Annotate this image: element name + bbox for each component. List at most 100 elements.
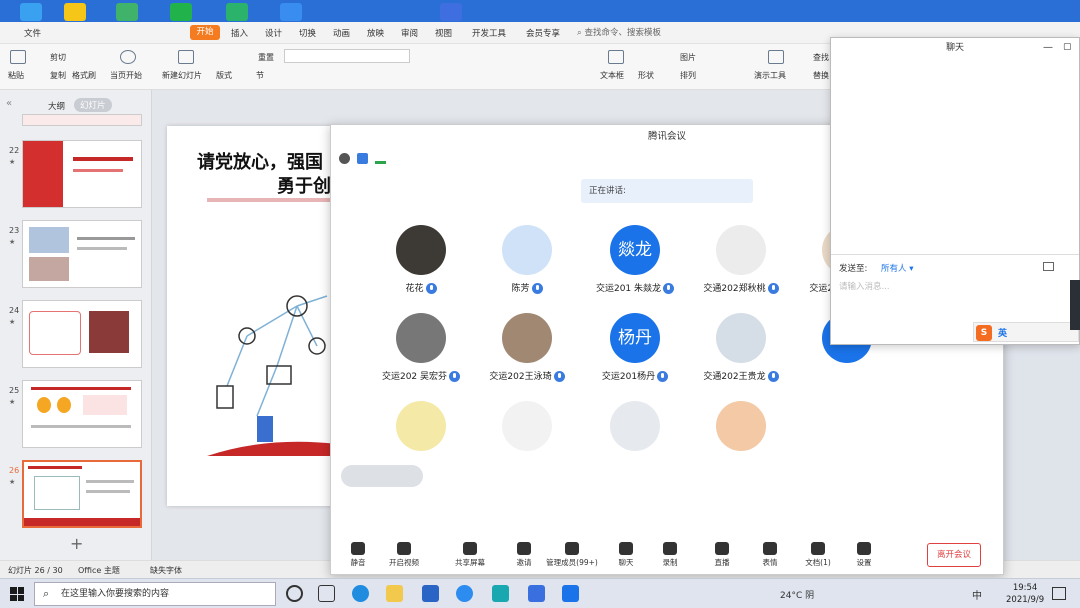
app-icon[interactable] [20,3,42,21]
wps-sheet-icon[interactable] [226,3,248,21]
sogou-icon[interactable]: S [976,325,992,341]
leave-meeting-button[interactable]: 离开会议 [927,543,981,567]
tab-slides[interactable]: 幻灯片 [74,98,112,112]
browser-icon[interactable] [456,585,473,602]
section-label[interactable]: 节 [256,70,264,81]
participant-tile[interactable]: 交通202郑秋桃 [686,225,796,305]
command-search[interactable]: ⌕ 查找命令、搜索模板 [577,26,661,38]
edge-icon[interactable] [352,585,369,602]
task-view-icon[interactable] [318,585,335,602]
textbox-icon[interactable] [608,50,624,64]
presentation-tools-label[interactable]: 演示工具 [754,70,786,81]
slide-thumb-24[interactable] [22,300,142,368]
paste-label[interactable]: 粘贴 [8,70,24,81]
menu-animation[interactable]: 动画 [333,27,350,39]
new-slide-icon[interactable] [178,50,194,64]
participant-tile[interactable]: 杨丹 交运201杨丹 [580,313,690,393]
wps-icon[interactable] [528,585,545,602]
notification-icon[interactable] [1052,587,1066,600]
cortana-icon[interactable] [286,585,303,602]
store-icon[interactable] [492,585,509,602]
slide-thumb-21[interactable] [22,114,142,126]
clock[interactable]: 19:54 2021/9/9 [1006,582,1044,606]
file-explorer-icon[interactable] [386,585,403,602]
presentation-tools-icon[interactable] [768,50,784,64]
manage-members-button[interactable]: 管理成员(99+) [545,539,599,573]
slide-thumb-23[interactable] [22,220,142,288]
app-icon[interactable] [280,3,302,21]
slide-thumb-26[interactable] [22,460,142,528]
participant-tile[interactable] [686,401,796,481]
slide-thumb-25[interactable] [22,380,142,448]
play-icon[interactable] [120,50,136,64]
menu-start[interactable]: 开始 [190,25,220,40]
maximize-icon[interactable]: ▢ [1063,42,1072,52]
participant-tile[interactable] [580,401,690,481]
tencent-meeting-icon[interactable] [562,585,579,602]
ime-indicator[interactable]: 中 [972,587,982,602]
tab-outline[interactable]: 大纲 [48,100,65,112]
ime-mode[interactable]: 英 [998,326,1007,339]
play-from-current-label[interactable]: 当页开始 [110,70,142,81]
menu-review[interactable]: 审阅 [401,27,418,39]
new-slide-label[interactable]: 新建幻灯片 [162,70,202,81]
slide-thumb-22[interactable] [22,140,142,208]
copy-label[interactable]: 复制 [50,70,66,81]
mail-icon[interactable] [422,585,439,602]
cut-label[interactable]: 剪切 [50,52,66,63]
current-slide[interactable]: 请党放心，强国 勇于创 [167,126,337,506]
app-icon[interactable] [116,3,138,21]
menu-transition[interactable]: 切换 [299,27,316,39]
font-name-select[interactable] [284,49,410,63]
minimize-icon[interactable]: — [1043,42,1053,53]
paste-icon[interactable] [10,50,26,64]
participant-tile[interactable]: 燚龙 交运201 朱燚龙 [580,225,690,305]
view-switcher[interactable] [341,465,423,487]
shield-icon[interactable] [357,153,368,164]
missing-font[interactable]: 缺失字体 [150,565,182,576]
share-screen-button[interactable]: 共享屏幕 [443,539,497,573]
signal-icon[interactable] [375,153,386,164]
side-scroll-strip[interactable] [1070,280,1080,330]
image-icon[interactable] [1043,262,1054,271]
reset-label[interactable]: 重置 [258,52,274,63]
textbox-label[interactable]: 文本框 [600,70,624,81]
participant-tile[interactable] [472,401,582,481]
reaction-button[interactable]: 表情 [743,539,797,573]
format-painter-label[interactable]: 格式刷 [72,70,96,81]
replace-label[interactable]: 替换 [813,70,829,81]
invite-button[interactable]: 邀请 [497,539,551,573]
menu-devtools[interactable]: 开发工具 [472,27,506,39]
live-button[interactable]: 直播 [695,539,749,573]
record-button[interactable]: 录制 [643,539,697,573]
picture-label[interactable]: 图片 [680,52,696,63]
menu-view[interactable]: 视图 [435,27,452,39]
shape-label[interactable]: 形状 [638,70,654,81]
add-slide-button[interactable]: + [70,534,83,553]
participant-tile[interactable]: 交运202王泳琦 [472,313,582,393]
menu-slideshow[interactable]: 放映 [367,27,384,39]
find-label[interactable]: 查找 [813,52,829,63]
windows-start-icon[interactable] [10,587,24,601]
arrange-label[interactable]: 排列 [680,70,696,81]
menu-member[interactable]: 会员专享 [526,27,560,39]
participant-tile[interactable]: 交通202王贵龙 [686,313,796,393]
collapse-panel-icon[interactable]: « [6,98,12,109]
menu-design[interactable]: 设计 [265,27,282,39]
wps-doc-icon[interactable] [440,3,462,21]
participant-tile[interactable]: 交运202 吴宏芬 [366,313,476,393]
chat-input[interactable]: 请输入消息... [839,280,890,292]
layout-label[interactable]: 版式 [216,70,232,81]
menu-file[interactable]: 文件 [24,27,41,39]
video-button[interactable]: 开启视频 [377,539,431,573]
weather[interactable]: 24°C 阴 [780,588,814,601]
settings-button[interactable]: 设置 [837,539,891,573]
participant-tile[interactable]: 花花 [366,225,476,305]
iqiyi-icon[interactable] [170,3,192,21]
info-icon[interactable] [339,153,350,164]
menu-insert[interactable]: 插入 [231,27,248,39]
taskbar-search[interactable]: ⌕ 在这里输入你要搜索的内容 [34,582,276,606]
participant-tile[interactable]: 陈芳 [472,225,582,305]
app-icon[interactable] [64,3,86,21]
send-to-select[interactable]: 所有人 ▾ [881,262,913,274]
